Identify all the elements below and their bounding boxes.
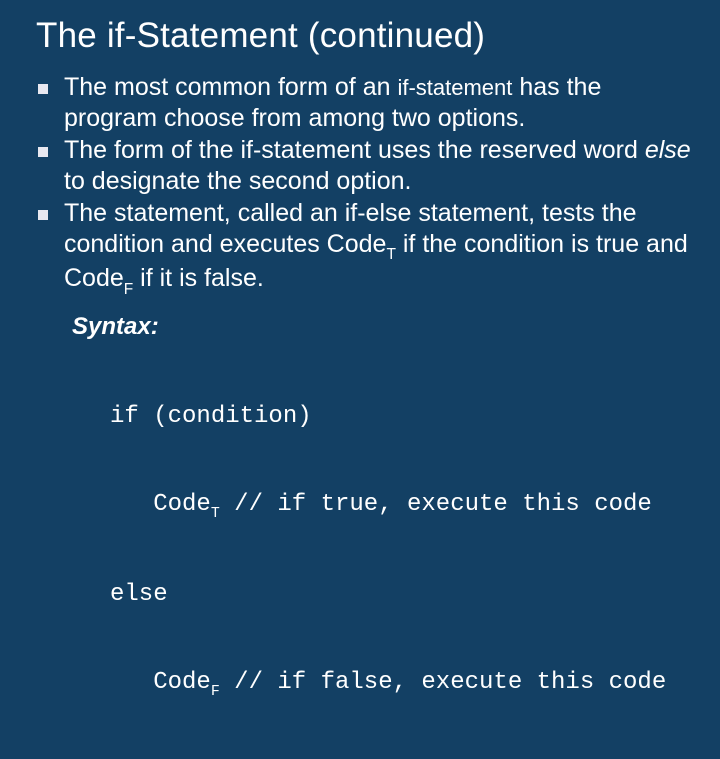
subscript-t: T <box>211 506 220 522</box>
bullet-icon <box>38 84 48 94</box>
code-line: CodeF // if false, execute this code <box>110 668 700 700</box>
text: // if true, execute this code <box>220 491 652 518</box>
bullet-3-text: The statement, called an if-else stateme… <box>64 198 700 298</box>
text: to designate the second option. <box>64 167 412 195</box>
keyword-else: else <box>645 136 691 164</box>
bullet-icon <box>38 147 48 157</box>
bullet-2: The form of the if-statement uses the re… <box>38 135 700 196</box>
subscript-f: F <box>211 684 220 700</box>
code-line: else <box>110 580 700 609</box>
text: // if false, execute this code <box>220 669 666 696</box>
inline-code: if-statement <box>397 75 512 100</box>
slide-body: The most common form of an if-statement … <box>0 62 720 759</box>
code-line: if (condition) <box>110 402 700 431</box>
bullet-1-text: The most common form of an if-statement … <box>64 72 700 133</box>
slide-title: The if-Statement (continued) <box>0 0 720 62</box>
bullet-3: The statement, called an if-else stateme… <box>38 198 700 298</box>
bullet-2-text: The form of the if-statement uses the re… <box>64 135 700 196</box>
text: The most common form of an <box>64 73 397 101</box>
bullet-icon <box>38 210 48 220</box>
bullet-1: The most common form of an if-statement … <box>38 72 700 133</box>
subscript-f: F <box>124 281 133 298</box>
text: The form of the if-statement uses the re… <box>64 136 645 164</box>
syntax-heading: Syntax: <box>72 312 700 341</box>
text: if it is false. <box>133 264 264 292</box>
code-block: if (condition) CodeT // if true, execute… <box>110 344 700 759</box>
subscript-t: T <box>386 246 395 263</box>
text: Code <box>110 669 211 696</box>
code-line: CodeT // if true, execute this code <box>110 490 700 522</box>
text: Code <box>110 491 211 518</box>
